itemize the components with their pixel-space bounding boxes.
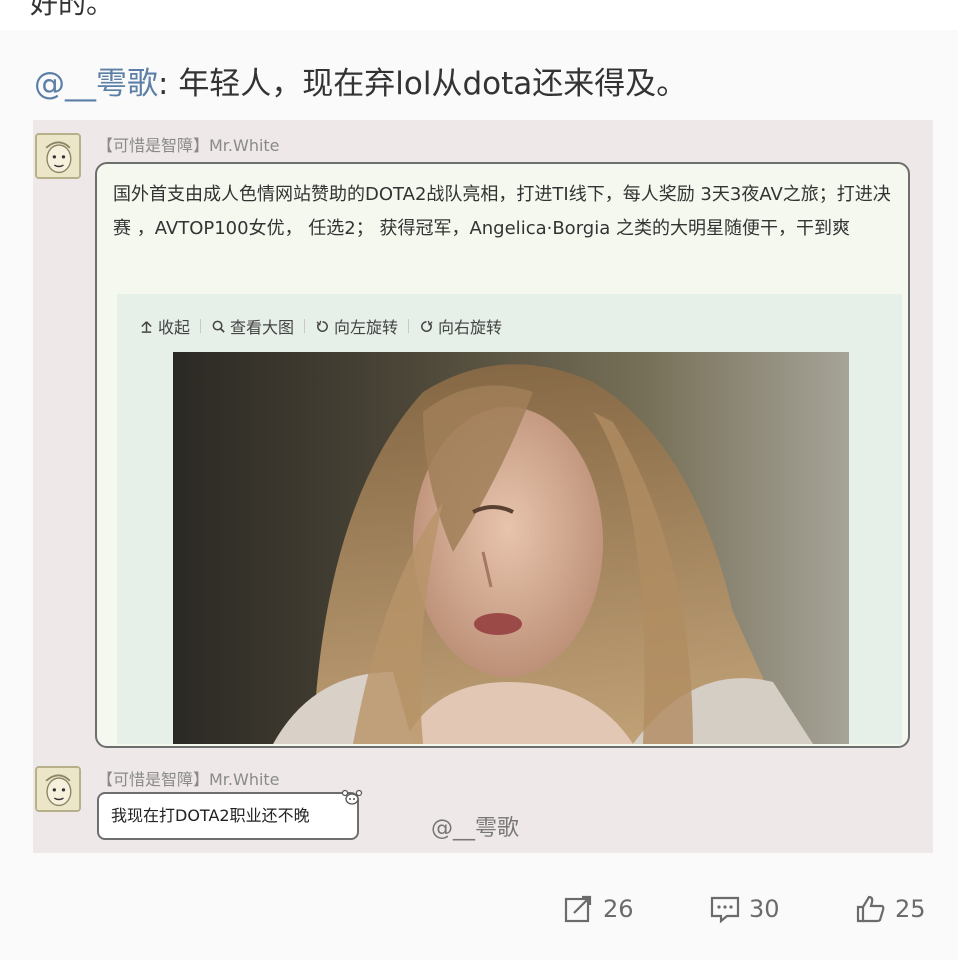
reply-mention[interactable]: @__雩歌 [431, 810, 519, 842]
rotate-left-icon [316, 320, 328, 332]
comment-line: @__雩歌: 年轻人，现在弃lol从dota还来得及。 [34, 58, 687, 103]
rotate-right-button[interactable]: 向右旋转 [409, 314, 512, 338]
image-toolbar: 收起 查看大图 向左旋转 向右旋转 [139, 314, 512, 338]
view-large-label: 查看大图 [230, 318, 295, 337]
username[interactable]: 【可惜是智障】Mr.White [97, 132, 280, 156]
paw-icon [341, 789, 363, 805]
retweet-card: 【可惜是智障】Mr.White 国外首支由成人色情网站赞助的DOTA2战队亮相，… [33, 120, 933, 853]
comment-button[interactable]: 30 [709, 892, 780, 926]
comment-mention-link[interactable]: @__雩歌 [34, 66, 158, 102]
comment-icon [710, 896, 740, 924]
avatar-image-icon [37, 135, 79, 177]
rotate-right-label: 向右旋转 [438, 318, 503, 337]
repost-button[interactable]: 26 [563, 892, 634, 926]
speech-bubble: 国外首支由成人色情网站赞助的DOTA2战队亮相，打进TI线下，每人奖励 3天3夜… [95, 162, 910, 748]
rotate-left-label: 向左旋转 [334, 318, 399, 337]
avatar[interactable] [35, 133, 81, 179]
rotate-left-button[interactable]: 向左旋转 [305, 314, 408, 338]
rotate-right-icon [421, 320, 433, 332]
thumbs-up-icon [856, 895, 885, 923]
username[interactable]: 【可惜是智障】Mr.White [97, 766, 280, 790]
image-viewer: 收起 查看大图 向左旋转 向右旋转 [117, 294, 902, 744]
avatar[interactable] [35, 766, 81, 812]
like-count: 25 [895, 895, 926, 923]
clipped-text: 好的。 [30, 0, 115, 20]
view-large-button[interactable]: 查看大图 [201, 314, 304, 338]
collapse-button[interactable]: 收起 [139, 314, 200, 338]
post-text: 国外首支由成人色情网站赞助的DOTA2战队亮相，打进TI线下，每人奖励 3天3夜… [113, 184, 891, 239]
collapse-icon [141, 320, 152, 333]
photo-image-icon [173, 352, 849, 744]
comment-text: 年轻人，现在弃lol从dota还来得及。 [178, 66, 688, 102]
collapse-label: 收起 [158, 318, 191, 337]
avatar-image-icon [37, 768, 79, 810]
search-icon [212, 320, 225, 333]
comment-count: 30 [749, 895, 780, 923]
previous-content-strip: 好的。 [0, 0, 958, 30]
like-button[interactable]: 25 [855, 892, 926, 926]
reply-bubble: 我现在打DOTA2职业还不晚 [97, 792, 359, 840]
post-photo[interactable] [173, 352, 849, 744]
repost-icon [564, 895, 592, 923]
repost-count: 26 [603, 895, 634, 923]
comment-colon: : [158, 66, 169, 102]
